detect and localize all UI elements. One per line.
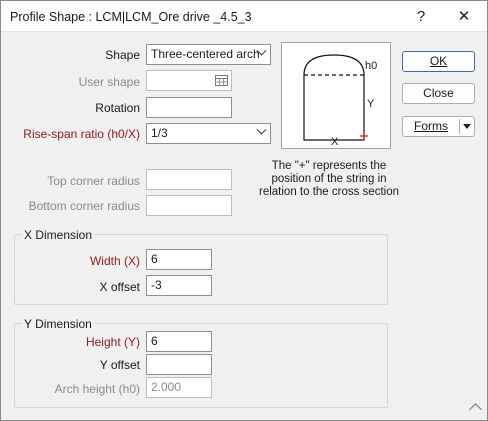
width-x-label: Width (X) xyxy=(89,254,140,268)
rise-span-ratio-label: Rise-span ratio (h0/X) xyxy=(23,127,140,141)
resize-grip-icon[interactable] xyxy=(469,403,482,416)
user-shape-label: User shape xyxy=(78,75,140,89)
forms-split-button[interactable]: Forms xyxy=(402,116,475,137)
shape-label: Shape xyxy=(105,48,140,62)
y-offset-input[interactable] xyxy=(146,354,212,375)
width-x-value: 6 xyxy=(151,252,158,266)
width-x-input[interactable]: 6 xyxy=(146,249,212,270)
arch-height-value: 2.000 xyxy=(151,380,182,394)
height-y-label: Height (Y) xyxy=(85,335,140,349)
x-dimension-title: X Dimension xyxy=(22,228,95,242)
split-divider xyxy=(459,119,460,134)
arch-height-label: Arch height (h0) xyxy=(54,382,140,396)
help-button[interactable]: ? xyxy=(399,1,443,32)
height-y-value: 6 xyxy=(151,334,158,348)
caret-down-icon[interactable] xyxy=(463,124,471,129)
shape-select[interactable]: Three-centered arch xyxy=(146,44,271,65)
diagram-caption: The "+" represents the position of the s… xyxy=(259,160,399,198)
shape-select-value: Three-centered arch xyxy=(151,47,260,61)
close-button[interactable]: Close xyxy=(402,83,475,104)
h0-label: h0 xyxy=(365,60,378,72)
rotation-label: Rotation xyxy=(95,101,140,115)
y-offset-label: Y offset xyxy=(99,358,140,372)
bottom-corner-radius-input[interactable] xyxy=(146,195,232,216)
ok-button-label: OK xyxy=(429,54,448,68)
ok-button[interactable]: OK xyxy=(402,51,475,72)
close-window-button[interactable]: ✕ xyxy=(442,1,486,32)
profile-shape-svg xyxy=(303,54,368,141)
x-offset-value: -3 xyxy=(151,278,162,292)
profile-shape-diagram: h0 Y X xyxy=(281,42,391,149)
cross-section-outline xyxy=(303,54,365,141)
bottom-corner-radius-label: Bottom corner radius xyxy=(28,199,140,213)
chevron-down-icon xyxy=(256,124,267,135)
top-corner-radius-input[interactable] xyxy=(146,169,232,190)
y-label: Y xyxy=(367,98,375,110)
arch-height-input[interactable]: 2.000 xyxy=(146,377,212,398)
title-bar: Profile Shape : LCM|LCM_Ore drive _4.5_3… xyxy=(1,1,487,32)
close-button-label: Close xyxy=(423,86,454,100)
rise-span-ratio-select[interactable]: 1/3 xyxy=(146,123,271,144)
profile-shape-dialog: Profile Shape : LCM|LCM_Ore drive _4.5_3… xyxy=(0,0,488,421)
user-shape-input[interactable] xyxy=(146,70,232,91)
top-corner-radius-label: Top corner radius xyxy=(47,174,140,188)
window-title: Profile Shape : LCM|LCM_Ore drive _4.5_3 xyxy=(10,10,252,24)
x-offset-input[interactable]: -3 xyxy=(146,275,212,296)
height-y-input[interactable]: 6 xyxy=(146,331,212,352)
rotation-input[interactable] xyxy=(146,97,232,118)
rise-span-ratio-value: 1/3 xyxy=(151,126,168,140)
x-offset-label: X offset xyxy=(99,280,140,294)
x-label: X xyxy=(331,136,339,148)
forms-button-label: Forms xyxy=(414,119,448,133)
browse-grid-icon[interactable] xyxy=(215,75,228,86)
y-dimension-title: Y Dimension xyxy=(22,317,94,331)
